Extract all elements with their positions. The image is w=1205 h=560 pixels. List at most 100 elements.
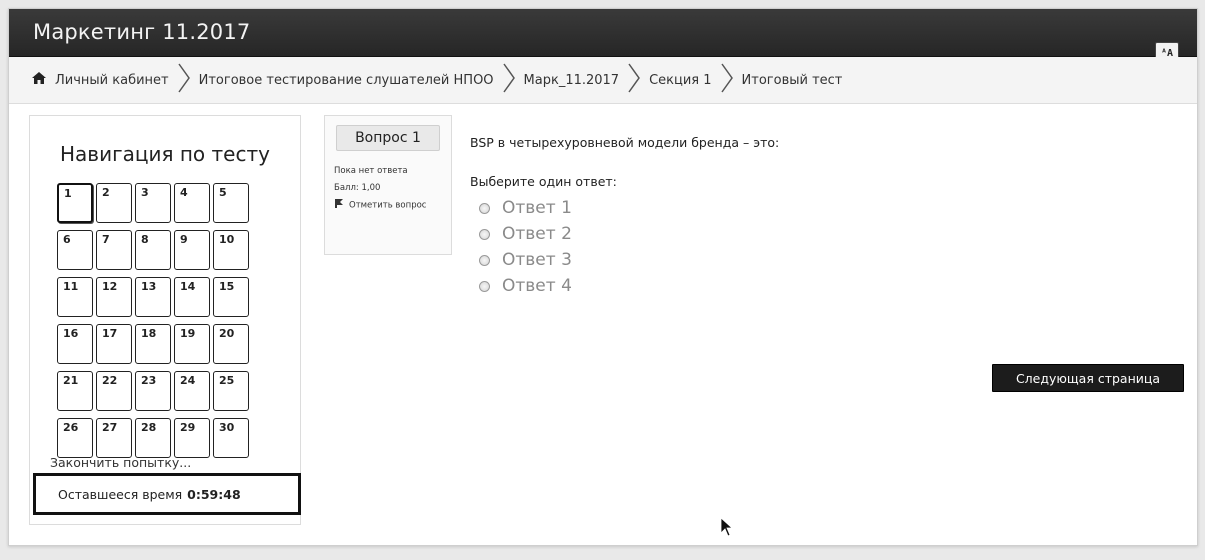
chevron-right-icon: [502, 62, 516, 98]
question-nav-number: 10: [219, 233, 235, 246]
answer-label[interactable]: Ответ 2: [502, 224, 572, 244]
question-nav-button[interactable]: 24: [174, 371, 210, 411]
home-icon: [31, 71, 47, 89]
question-nav-number: 9: [180, 233, 188, 246]
question-nav-button[interactable]: 6: [57, 230, 93, 270]
question-nav-button[interactable]: 27: [96, 418, 132, 458]
question-nav-number: 3: [141, 186, 149, 199]
breadcrumb-item-current[interactable]: Итоговый тест: [742, 73, 843, 88]
question-nav-button[interactable]: 12: [96, 277, 132, 317]
question-nav-button[interactable]: 2: [96, 183, 132, 223]
mouse-cursor-icon: [720, 517, 734, 541]
question-nav-number: 20: [219, 327, 235, 340]
question-nav-button[interactable]: 19: [174, 324, 210, 364]
question-grade: Балл: 1,00: [334, 183, 381, 193]
question-nav-button[interactable]: 7: [96, 230, 132, 270]
question-nav-button[interactable]: 15: [213, 277, 249, 317]
question-nav-button[interactable]: 28: [135, 418, 171, 458]
finish-attempt-link[interactable]: Закончить попытку...: [50, 455, 191, 470]
question-nav-number: 26: [63, 421, 79, 434]
breadcrumb-item[interactable]: Итоговое тестирование слушателей НПОО: [199, 73, 494, 88]
radio-button[interactable]: [479, 280, 490, 292]
top-bar: Маркетинг 11.2017: [9, 9, 1197, 57]
question-nav-number: 24: [180, 374, 196, 387]
question-nav-button[interactable]: 25: [213, 371, 249, 411]
answer-option[interactable]: Ответ 4: [479, 273, 572, 299]
question-nav-button[interactable]: 13: [135, 277, 171, 317]
question-nav-button[interactable]: 9: [174, 230, 210, 270]
breadcrumb-label[interactable]: Итоговый тест: [742, 73, 843, 88]
question-nav-number: 12: [102, 280, 118, 293]
quiz-navigation-block: Навигация по тесту 1 2 3 4 5 6 7 8 9 10 11 12 13 14 15…: [29, 115, 301, 525]
chevron-right-icon: [177, 62, 191, 98]
quiz-navigation-title: Навигация по тесту: [60, 142, 270, 166]
course-title: Маркетинг 11.2017: [33, 20, 251, 44]
page-frame: Маркетинг 11.2017 ᴬA Личный кабинет Итог…: [8, 8, 1198, 546]
question-nav-button[interactable]: 18: [135, 324, 171, 364]
answer-option[interactable]: Ответ 1: [479, 195, 572, 221]
question-nav-number: 13: [141, 280, 157, 293]
answer-label[interactable]: Ответ 3: [502, 250, 572, 270]
question-state: Пока нет ответа: [334, 166, 408, 176]
breadcrumb-label[interactable]: Личный кабинет: [55, 73, 169, 88]
question-nav-number: 25: [219, 374, 235, 387]
question-nav-number: 5: [219, 186, 227, 199]
flag-label[interactable]: Отметить вопрос: [349, 201, 426, 211]
answer-list: Ответ 1 Ответ 2 Ответ 3 Ответ 4: [479, 195, 572, 299]
question-nav-number: 30: [219, 421, 235, 434]
question-nav-number: 1: [64, 187, 72, 200]
answer-option[interactable]: Ответ 3: [479, 247, 572, 273]
answer-label[interactable]: Ответ 4: [502, 276, 572, 296]
chevron-right-icon: [720, 62, 734, 98]
question-nav-number: 8: [141, 233, 149, 246]
question-nav-button[interactable]: 14: [174, 277, 210, 317]
flag-icon: [334, 198, 344, 212]
timer-label: Оставшееся время: [58, 486, 183, 502]
question-nav-button[interactable]: 21: [57, 371, 93, 411]
question-nav-number: 6: [63, 233, 71, 246]
flag-question-button[interactable]: Отметить вопрос: [334, 198, 434, 212]
question-nav-button[interactable]: 16: [57, 324, 93, 364]
answer-option[interactable]: Ответ 2: [479, 221, 572, 247]
breadcrumb-item[interactable]: Секция 1: [649, 73, 711, 88]
question-nav-number: 11: [63, 280, 79, 293]
radio-button[interactable]: [479, 254, 490, 266]
question-nav-number: 19: [180, 327, 196, 340]
radio-button[interactable]: [479, 202, 490, 214]
question-nav-number: 27: [102, 421, 118, 434]
question-nav-button[interactable]: 17: [96, 324, 132, 364]
question-nav-number: 17: [102, 327, 118, 340]
question-nav-number: 4: [180, 186, 188, 199]
answer-label[interactable]: Ответ 1: [502, 198, 572, 218]
question-nav-number: 2: [102, 186, 110, 199]
chevron-right-icon: [627, 62, 641, 98]
question-nav-button[interactable]: 26: [57, 418, 93, 458]
question-nav-button[interactable]: 8: [135, 230, 171, 270]
question-nav-button[interactable]: 23: [135, 371, 171, 411]
next-page-button[interactable]: Следующая страница: [992, 364, 1184, 392]
breadcrumb-label[interactable]: Секция 1: [649, 73, 711, 88]
question-nav-button[interactable]: 29: [174, 418, 210, 458]
question-nav-number: 7: [102, 233, 110, 246]
radio-button[interactable]: [479, 228, 490, 240]
question-number: Вопрос 1: [336, 125, 440, 151]
breadcrumb-item[interactable]: Марк_11.2017: [524, 73, 620, 88]
question-nav-button[interactable]: 5: [213, 183, 249, 223]
question-nav-number: 29: [180, 421, 196, 434]
question-nav-button[interactable]: 20: [213, 324, 249, 364]
question-nav-button[interactable]: 4: [174, 183, 210, 223]
breadcrumb-label[interactable]: Итоговое тестирование слушателей НПОО: [199, 73, 494, 88]
question-nav-button[interactable]: 22: [96, 371, 132, 411]
time-remaining: Оставшееся время 0:59:48: [33, 473, 301, 515]
breadcrumb: Личный кабинет Итоговое тестирование слу…: [9, 57, 1197, 104]
question-nav-number: 16: [63, 327, 79, 340]
question-nav-button[interactable]: 1: [57, 183, 93, 223]
question-nav-button[interactable]: 30: [213, 418, 249, 458]
question-nav-button[interactable]: 11: [57, 277, 93, 317]
question-nav-button[interactable]: 3: [135, 183, 171, 223]
breadcrumb-item-home[interactable]: Личный кабинет: [31, 71, 169, 89]
question-nav-number: 18: [141, 327, 157, 340]
timer-value: 0:59:48: [187, 486, 241, 502]
breadcrumb-label[interactable]: Марк_11.2017: [524, 73, 620, 88]
question-nav-button[interactable]: 10: [213, 230, 249, 270]
